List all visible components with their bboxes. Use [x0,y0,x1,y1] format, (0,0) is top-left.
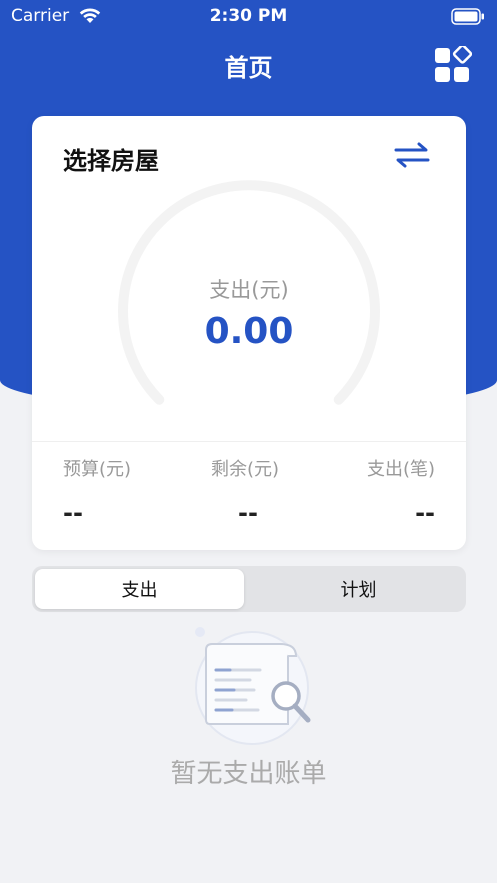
status-bar: Carrier 2:30 PM [0,0,497,34]
remaining-label: 剩余(元) [211,459,280,480]
clock: 2:30 PM [209,6,288,26]
page-title: 首页 [224,54,273,82]
apps-grid-icon[interactable] [434,46,472,84]
budget-value: -- [63,499,83,527]
expense-count-label: 支出(笔) [366,459,435,480]
tab-plan[interactable]: 计划 [254,569,463,609]
tab-expense[interactable]: 支出 [35,569,244,609]
expense-count-value: -- [415,499,435,527]
budget-label: 预算(元) [63,459,132,480]
select-house-title[interactable]: 选择房屋 [63,141,159,176]
battery-icon [451,8,484,25]
gauge-label: 支出(元) [209,278,289,302]
segmented-control: 支出 计划 [32,566,466,612]
house-summary-card: 选择房屋 支出(元) 0.00 预算(元) 剩余(元) 支出(笔) -- -- … [32,116,466,550]
empty-document-illustration [195,627,311,745]
empty-state-text: 暂无支出账单 [170,759,327,789]
remaining-value: -- [238,499,258,527]
divider [32,441,466,442]
switch-arrows-icon[interactable] [394,142,430,168]
gauge-value: 0.00 [204,311,294,352]
